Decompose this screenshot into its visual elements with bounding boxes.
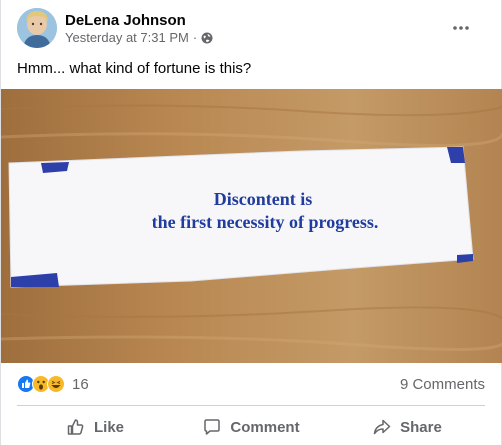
post-stats: 16 9 Comments [17, 372, 485, 396]
post-caption: Hmm... what kind of fortune is this? [17, 60, 252, 77]
post-actions: Like Comment Share [17, 410, 485, 444]
globe-icon[interactable] [201, 32, 213, 44]
share-arrow-icon [373, 419, 391, 435]
more-options-icon[interactable] [447, 14, 475, 42]
meta-separator: · [192, 29, 198, 45]
haha-icon [47, 375, 65, 393]
comments-count-link[interactable]: 9 Comments [400, 376, 485, 393]
share-button[interactable]: Share [329, 410, 485, 444]
post-photo[interactable]: Discontent is the first necessity of pro… [1, 89, 502, 363]
reaction-count[interactable]: 16 [72, 376, 89, 393]
fortune-text-line2: the first necessity of progress. [152, 212, 379, 232]
comment-bubble-icon [204, 419, 221, 435]
like-label: Like [93, 418, 124, 436]
comment-button[interactable]: Comment [173, 410, 329, 444]
post-header: DeLena Johnson Yesterday at 7:31 PM · [17, 8, 489, 48]
comment-label: Comment [230, 418, 300, 436]
author-name[interactable]: DeLena Johnson [65, 11, 213, 30]
post-meta: Yesterday at 7:31 PM · [65, 30, 213, 46]
fortune-text-line1: Discontent is [214, 189, 313, 209]
post-card: DeLena Johnson Yesterday at 7:31 PM · Hm… [0, 0, 502, 445]
like-button[interactable]: Like [17, 410, 173, 444]
post-timestamp[interactable]: Yesterday at 7:31 PM [65, 30, 189, 46]
actions-divider [17, 405, 485, 406]
thumbs-up-icon [67, 419, 84, 435]
share-label: Share [400, 418, 442, 436]
author-avatar[interactable] [17, 8, 57, 48]
reactions-summary[interactable]: 16 [17, 375, 89, 393]
